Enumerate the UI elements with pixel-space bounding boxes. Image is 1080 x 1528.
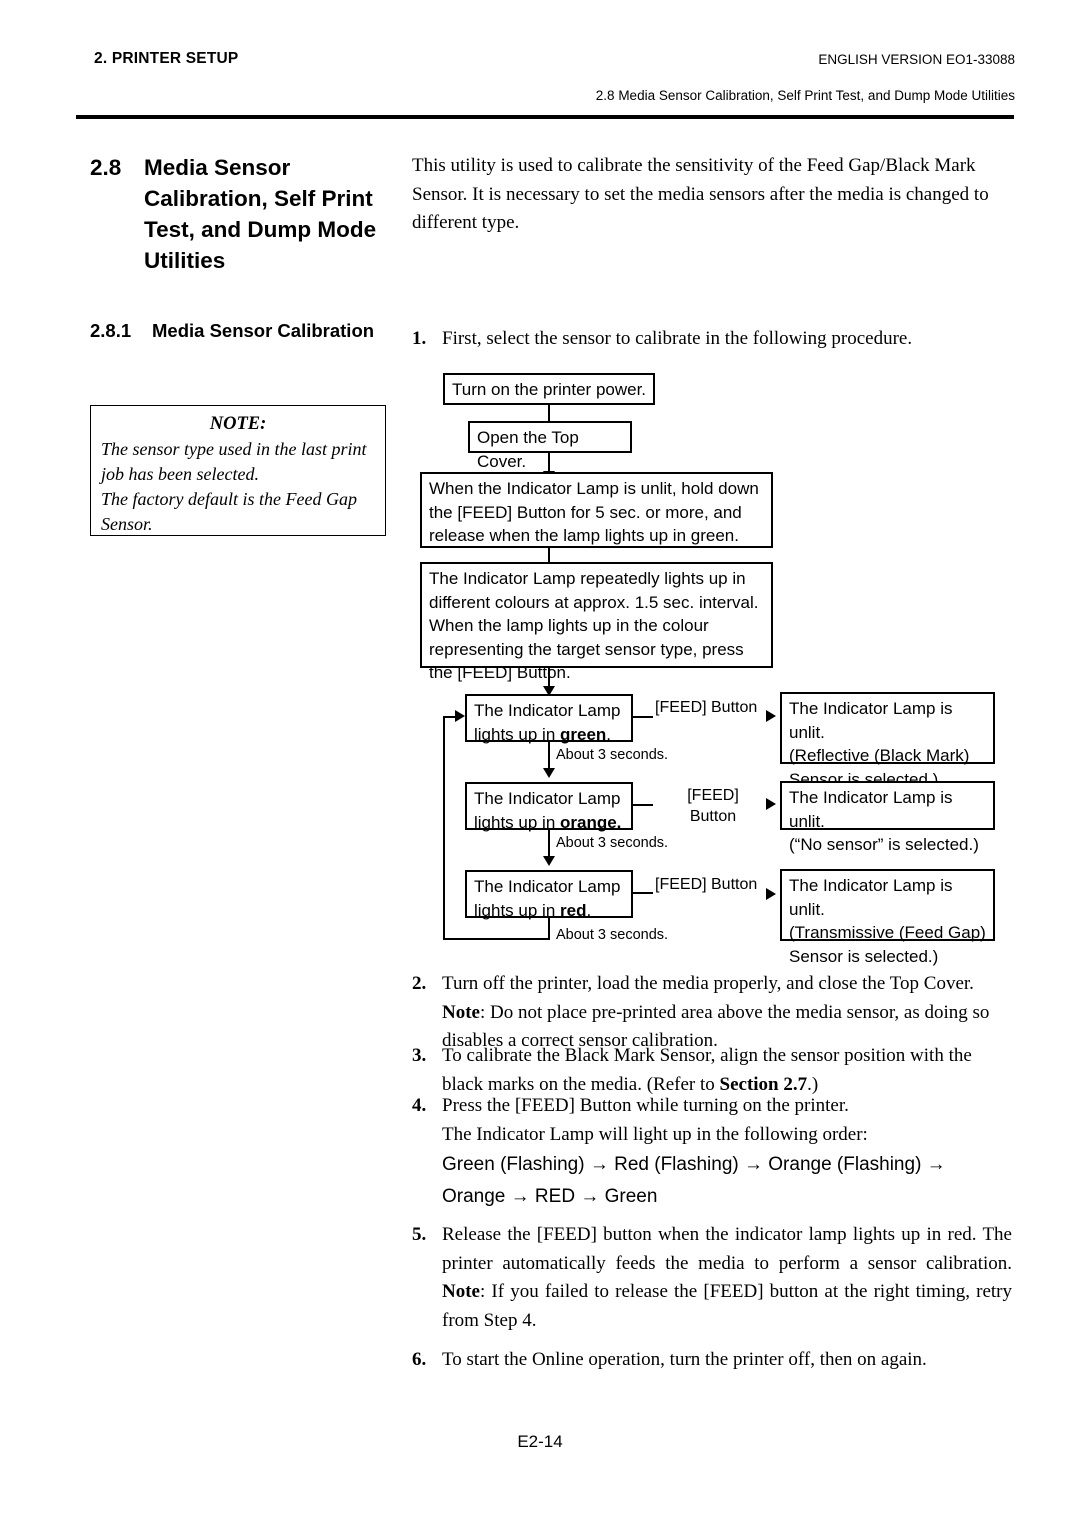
step-5-number: 5. [412,1224,427,1245]
section-intro-paragraph: This utility is used to calibrate the se… [412,155,989,233]
flow-loop-down [548,918,550,940]
flow-label-delay-2: About 3 seconds. [556,835,669,851]
feed-orange-line-1: [FEED] [687,787,739,804]
step-4-number: 4. [412,1095,427,1116]
step-2-number: 2. [412,973,427,994]
flow-loop-top [443,716,457,718]
running-header-left: 2. PRINTER SETUP [94,50,239,67]
lamp-sequence-line-2: Orange → RED → Green [442,1186,658,1207]
flow-arrowhead-2 [543,471,555,481]
step-6-number: 6. [412,1349,427,1370]
flow-label-feed-button-orange: [FEED] Button [678,785,748,827]
running-header-right: ENGLISH VERSION EO1-33088 [818,52,1015,67]
step-5-main: Release the [FEED] button when the indic… [442,1224,1012,1274]
note-callout-box: NOTE: The sensor type used in the last p… [90,405,386,536]
lamp-red-text: The Indicator Lamp lights up in [474,877,621,920]
flow-box-lamp-orange: The Indicator Lamp lights up in orange. [465,782,633,832]
note-line-1: The sensor type used in the last print j… [101,439,367,484]
subsection-title-text: Media Sensor Calibration [152,320,375,341]
lamp-orange-colour: orange. [560,812,622,832]
step-5-note-text: : If you failed to release the [FEED] bu… [442,1281,1012,1331]
step-4: 4. Press the [FEED] Button while turning… [412,1092,1012,1213]
step-6-text: To start the Online operation, turn the … [442,1349,927,1370]
flow-arrowhead-3 [543,564,555,574]
flow-stub-red [633,892,653,894]
step-5: 5. Release the [FEED] button when the in… [412,1221,1012,1335]
result-green-line-1: The Indicator Lamp is unlit. [789,699,953,742]
flow-label-feed-button-green: [FEED] Button [655,699,758,716]
lamp-green-period: . [606,724,612,744]
step-6: 6. To start the Online operation, turn t… [412,1346,1012,1375]
flow-box-result-no-sensor: The Indicator Lamp is unlit. (“No sensor… [780,781,995,854]
flow-stub-green [633,716,653,718]
step-5-text: Release the [FEED] button when the indic… [442,1221,1012,1335]
section-title: 2.8 Media Sensor Calibration, Self Print… [90,152,410,276]
result-red-line-3: Sensor is selected.) [789,946,939,966]
flow-box-open-top-cover: Open the Top Cover. [468,421,632,471]
flow-connector-2 [548,453,550,473]
step-4-line-2: The Indicator Lamp will light up in the … [442,1123,868,1145]
result-green-line-2: (Reflective (Black Mark) [789,746,970,765]
flow-loop-left [443,716,445,940]
flow-loop-bottom [443,938,550,940]
flow-connector-1 [548,405,550,425]
section-title-text: Media Sensor Calibration, Self Print Tes… [144,155,377,273]
step-1-number: 1. [412,328,427,349]
step-3-before: To calibrate the Black Mark Sensor, alig… [442,1045,972,1095]
lamp-green-colour: green [560,724,607,744]
result-orange-line-2: (“No sensor” is selected.) [789,835,979,854]
flow-connector-4 [548,668,550,688]
lamp-red-colour: red [560,900,587,920]
result-red-line-2: (Transmissive (Feed Gap) [789,923,986,942]
flow-connector-orange-to-red [548,830,550,858]
result-orange-line-1: The Indicator Lamp is unlit. [789,788,953,831]
flow-arrowhead-4 [543,686,555,696]
header-divider-rule [76,115,1014,119]
running-header-subtitle: 2.8 Media Sensor Calibration, Self Print… [595,88,1015,103]
flow-stub-orange [633,804,653,806]
flow-label-delay-1: About 3 seconds. [556,747,669,763]
flow-box-lamp-cycles-colours: The Indicator Lamp repeatedly lights up … [420,562,773,682]
note-line-2: The factory default is the Feed Gap Sens… [101,489,357,534]
step-3-text: To calibrate the Black Mark Sensor, alig… [442,1042,1012,1099]
feed-orange-line-2: Button [689,808,737,825]
flow-arrowhead-1 [543,423,555,433]
page-footer: E2-14 [517,1432,563,1451]
lamp-green-text: The Indicator Lamp lights up in [474,701,621,744]
flow-box-lamp-red: The Indicator Lamp lights up in red. [465,870,633,920]
flow-label-feed-button-red: [FEED] Button [655,876,758,893]
flow-arrowhead-loop [455,710,465,722]
subsection-title: 2.8.1 Media Sensor Calibration [90,318,400,344]
step-3: 3. To calibrate the Black Mark Sensor, a… [412,1042,1012,1099]
flow-arrowhead-orange-down [543,856,555,866]
subsection-number: 2.8.1 [90,320,132,341]
step-4-text: Press the [FEED] Button while turning on… [442,1092,1012,1213]
result-green-line-3: Sensor is selected.) [789,769,939,789]
flow-box-hold-feed-button: When the Indicator Lamp is unlit, hold d… [420,472,773,548]
flow-connector-green-to-orange [548,742,550,770]
step-5-note-label: Note [442,1281,480,1302]
flow-box-turn-on-power: Turn on the printer power. [443,373,655,405]
step-4-line-1: Press the [FEED] Button while turning on… [442,1095,849,1116]
flow-arrowhead-green-down [543,768,555,778]
flow-connector-3 [548,548,550,566]
section-number: 2.8 [90,155,122,180]
flow-arrowhead-orange-right [766,798,776,810]
result-red-line-1: The Indicator Lamp is unlit. [789,876,953,919]
lamp-orange-text: The Indicator Lamp lights up in [474,789,621,832]
flow-arrowhead-green-right [766,710,776,722]
flow-box-result-feed-gap: The Indicator Lamp is unlit. (Transmissi… [780,869,995,966]
lamp-sequence-line-1: Green (Flashing) → Red (Flashing) → Oran… [442,1154,946,1175]
step-2-main: Turn off the printer, load the media pro… [442,973,974,994]
flow-box-lamp-green: The Indicator Lamp lights up in green. [465,694,633,744]
flow-arrowhead-red-right [766,888,776,900]
step-1: 1. First, select the sensor to calibrate… [412,325,1012,354]
step-2-note-label: Note [442,1001,480,1023]
step-3-number: 3. [412,1045,427,1066]
lamp-red-period: . [586,900,592,920]
flow-box-result-black-mark: The Indicator Lamp is unlit. (Reflective… [780,692,995,789]
note-heading: NOTE: [209,414,267,434]
step-1-text: First, select the sensor to calibrate in… [442,328,913,349]
flow-label-delay-3: About 3 seconds. [556,927,669,943]
